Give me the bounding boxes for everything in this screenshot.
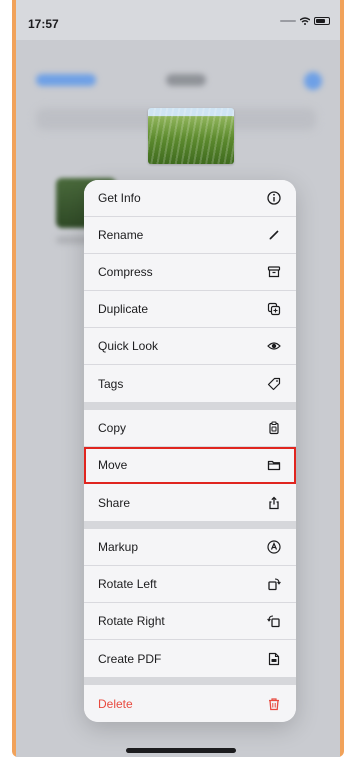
status-bar: 17:57 bbox=[16, 0, 340, 40]
menu-item-markup[interactable]: Markup bbox=[84, 529, 296, 566]
menu-item-delete[interactable]: Delete bbox=[84, 685, 296, 722]
menu-group-separator bbox=[84, 402, 296, 410]
menu-group: Copy Move Share bbox=[84, 410, 296, 521]
trash-icon bbox=[266, 696, 282, 712]
status-icons bbox=[280, 17, 330, 25]
menu-item-label: Quick Look bbox=[98, 339, 159, 353]
markup-icon bbox=[266, 539, 282, 555]
menu-item-label: Markup bbox=[98, 540, 139, 554]
menu-item-tags[interactable]: Tags bbox=[84, 365, 296, 402]
menu-item-label: Get Info bbox=[98, 191, 141, 205]
folder-icon bbox=[266, 457, 282, 473]
menu-item-rotate-right[interactable]: Rotate Right bbox=[84, 603, 296, 640]
share-icon bbox=[266, 495, 282, 511]
menu-group: Get Info Rename Compress Duplicate Quick Loo… bbox=[84, 180, 296, 402]
pdf-document-icon bbox=[266, 651, 282, 667]
menu-group-separator bbox=[84, 521, 296, 529]
menu-item-rotate-left[interactable]: Rotate Left bbox=[84, 566, 296, 603]
blurred-navigation-bar bbox=[16, 60, 340, 100]
menu-item-label: Compress bbox=[98, 265, 153, 279]
file-preview-thumbnail bbox=[148, 108, 234, 164]
copy-icon bbox=[266, 420, 282, 436]
menu-item-share[interactable]: Share bbox=[84, 484, 296, 521]
status-time: 17:57 bbox=[28, 17, 59, 31]
menu-item-copy[interactable]: Copy bbox=[84, 410, 296, 447]
menu-group-separator bbox=[84, 677, 296, 685]
blurred-back-button bbox=[36, 74, 96, 86]
tag-icon bbox=[266, 376, 282, 392]
home-indicator[interactable] bbox=[126, 748, 236, 753]
blurred-title bbox=[166, 74, 206, 86]
menu-item-label: Share bbox=[98, 495, 131, 510]
menu-item-label: Rotate Right bbox=[98, 614, 165, 628]
menu-item-rename[interactable]: Rename bbox=[84, 217, 296, 254]
menu-item-create-pdf[interactable]: Create PDF bbox=[84, 640, 296, 677]
battery-icon bbox=[314, 17, 330, 25]
menu-item-label: Duplicate bbox=[98, 302, 149, 316]
menu-item-move[interactable]: Move bbox=[84, 447, 296, 484]
rotate-left-icon bbox=[266, 576, 282, 592]
menu-item-label: Tags bbox=[98, 376, 124, 391]
info-icon bbox=[266, 190, 282, 206]
archive-box-icon bbox=[266, 264, 282, 280]
screen: 17:57 Get Info Rename Compress Duplicate Qui… bbox=[16, 0, 340, 757]
context-menu: Get Info Rename Compress Duplicate Quick Loo… bbox=[84, 180, 296, 722]
menu-item-label: Delete bbox=[98, 696, 133, 711]
menu-item-compress[interactable]: Compress bbox=[84, 254, 296, 291]
blurred-action-button bbox=[304, 72, 322, 90]
menu-item-duplicate[interactable]: Duplicate bbox=[84, 291, 296, 328]
eye-icon bbox=[266, 338, 282, 354]
cellular-signal-icon bbox=[280, 20, 296, 22]
wifi-icon bbox=[300, 17, 310, 25]
menu-group: Markup Rotate Left Rotate Right Create PDF bbox=[84, 529, 296, 677]
rotate-right-icon bbox=[266, 613, 282, 629]
menu-item-label: Move bbox=[98, 458, 128, 472]
menu-item-label: Create PDF bbox=[98, 651, 162, 666]
pencil-icon bbox=[266, 227, 282, 243]
menu-group: Delete bbox=[84, 685, 296, 722]
menu-item-quick-look[interactable]: Quick Look bbox=[84, 328, 296, 365]
menu-item-label: Copy bbox=[98, 421, 127, 435]
duplicate-icon bbox=[266, 301, 282, 317]
menu-item-label: Rotate Left bbox=[98, 577, 157, 591]
menu-item-label: Rename bbox=[98, 228, 144, 242]
menu-item-get-info[interactable]: Get Info bbox=[84, 180, 296, 217]
